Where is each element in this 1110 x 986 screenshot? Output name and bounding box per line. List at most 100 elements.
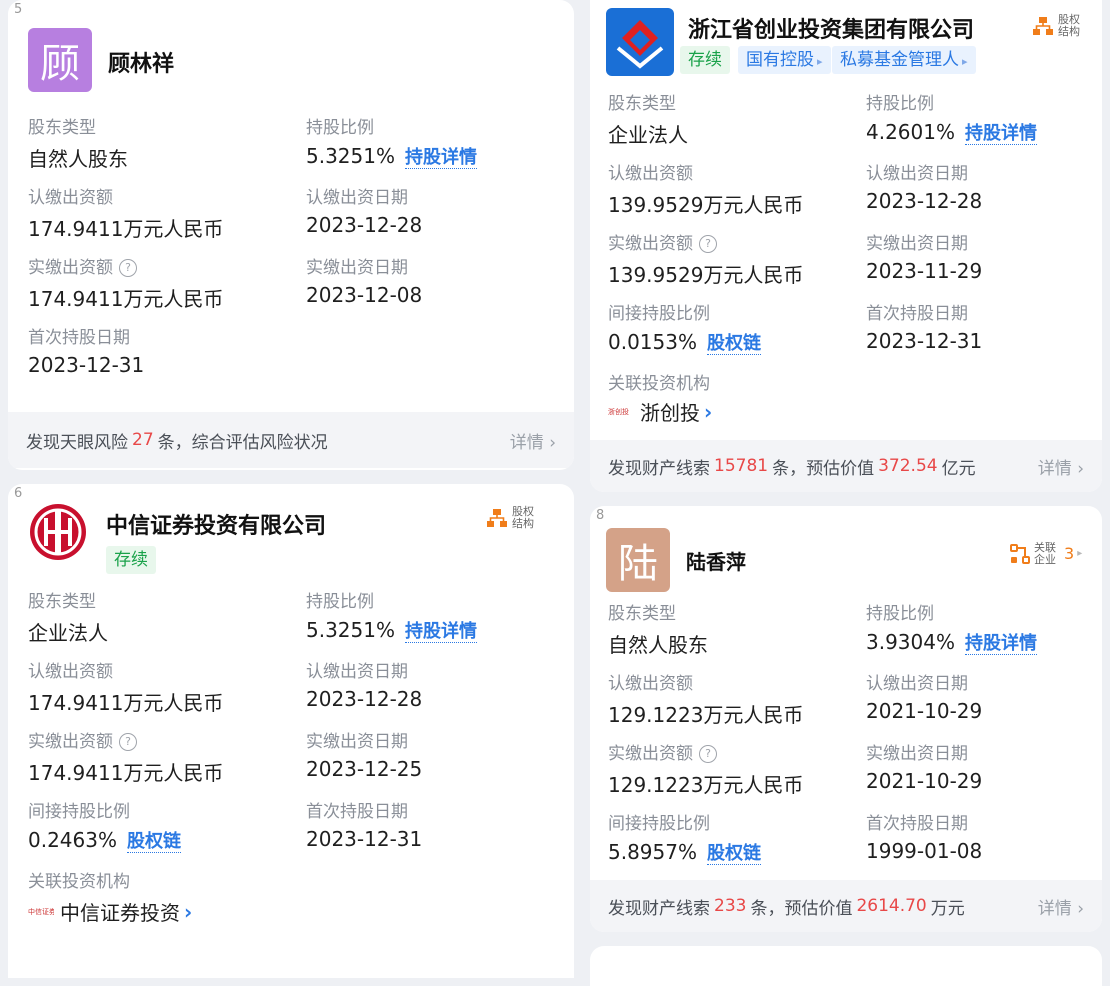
equity-chain-link[interactable]: 股权链	[706, 843, 761, 865]
question-icon[interactable]: ?	[119, 733, 137, 751]
clue-mid: 条，预估价值	[772, 458, 875, 479]
chevron-right-icon: ›	[704, 399, 713, 424]
shareholder-card-zjcv[interactable]: 7 浙江省创业投资集团有限公司 存续 国有控股▸ 私募基金管理人▸ 股权结构	[590, 0, 1102, 492]
indirect-label: 间接持股比例	[608, 304, 710, 324]
shareholder-card-gu[interactable]: 5 顾 顾林祥 股东类型 自然人股东 持股比例 5.3251% 持股详情 认缴出资…	[8, 0, 574, 470]
paid-amount-value: 174.9411万元人民币	[28, 287, 224, 311]
details-link[interactable]: 详情 ›	[1038, 454, 1084, 479]
equity-chain-link[interactable]: 股权链	[126, 831, 181, 853]
tag-state-owned[interactable]: 国有控股 ▸	[738, 46, 831, 74]
ratio-label: 持股比例	[866, 94, 934, 114]
indirect-value-row: 0.2463% 股权链	[28, 827, 181, 853]
ratio-value-row: 5.3251% 持股详情	[306, 617, 477, 643]
shareholder-name[interactable]: 中信证券投资有限公司	[106, 508, 326, 540]
risk-count: 27	[132, 430, 154, 450]
question-icon[interactable]: ?	[699, 235, 717, 253]
clue-unit: 亿元	[941, 458, 976, 479]
avatar: 陆	[606, 528, 670, 592]
first-date-value: 2023-12-31	[866, 329, 983, 353]
badge-label: 关联企业	[1034, 541, 1056, 566]
indirect-label: 间接持股比例	[28, 802, 130, 822]
related-org-link[interactable]: 浙创投 浙创投 ›	[608, 397, 712, 426]
ratio-label: 持股比例	[306, 118, 374, 138]
chevron-right-icon: ›	[184, 899, 193, 924]
shareholder-card-citic[interactable]: 6 中信证券投资有限公司 存续 股权结构 股东类型 企业法人 持股比例 5.32…	[8, 484, 574, 978]
question-icon[interactable]: ?	[699, 745, 717, 763]
holding-details-link[interactable]: 持股详情	[964, 123, 1037, 145]
property-clue-footer[interactable]: 发现财产线索 233 条，预估价值 2614.70 万元 详情 ›	[590, 880, 1102, 932]
status-tag: 存续	[680, 46, 730, 74]
sub-amount-value: 139.9529万元人民币	[608, 193, 804, 217]
property-clue-footer[interactable]: 发现财产线索 15781 条，预估价值 372.54 亿元 详情 ›	[590, 440, 1102, 492]
ratio-label: 持股比例	[866, 604, 934, 624]
ratio-value: 4.2601%	[866, 120, 955, 144]
sub-date-value: 2021-10-29	[866, 699, 983, 723]
holding-details-link[interactable]: 持股详情	[404, 147, 477, 169]
next-card-peek	[590, 946, 1102, 986]
tag-label: 国有控股	[746, 50, 814, 70]
indirect-value: 5.8957%	[608, 840, 697, 864]
paid-amount-label-row: 实缴出资额?	[608, 739, 717, 764]
sub-date-label: 认缴出资日期	[866, 164, 968, 184]
holding-details-link[interactable]: 持股详情	[964, 633, 1037, 655]
sub-date-value: 2023-12-28	[306, 687, 423, 711]
ratio-value: 5.3251%	[306, 618, 395, 642]
shareholder-name[interactable]: 陆香萍	[686, 546, 746, 575]
tag-label: 私募基金管理人	[840, 50, 959, 70]
ratio-value-row: 4.2601% 持股详情	[866, 119, 1037, 145]
clue-value: 2614.70	[856, 896, 927, 916]
equity-structure-badge[interactable]: 股权结构	[486, 506, 538, 530]
ratio-value-row: 3.9304% 持股详情	[866, 629, 1037, 655]
ratio-label: 持股比例	[306, 592, 374, 612]
status-tag: 存续	[106, 546, 156, 574]
paid-amount-label: 实缴出资额	[608, 234, 693, 254]
indirect-value-row: 5.8957% 股权链	[608, 839, 761, 865]
related-label: 关联投资机构	[608, 374, 710, 394]
paid-amount-label-row: 实缴出资额?	[28, 253, 137, 278]
clue-mid: 条，预估价值	[750, 898, 853, 919]
equity-structure-badge[interactable]: 股权结构	[1032, 14, 1084, 38]
paid-amount-value: 129.1223万元人民币	[608, 773, 804, 797]
details-link[interactable]: 详情 ›	[510, 428, 556, 453]
card-index: 5	[14, 2, 23, 17]
shareholder-name[interactable]: 浙江省创业投资集团有限公司	[688, 12, 974, 44]
avatar: 顾	[28, 28, 92, 92]
risk-footer[interactable]: 发现天眼风险 27 条，综合评估风险状况 详情 ›	[8, 412, 574, 468]
question-icon[interactable]: ?	[119, 259, 137, 277]
chevron-right-icon: ▸	[962, 55, 968, 68]
paid-amount-label-row: 实缴出资额?	[608, 229, 717, 254]
risk-prefix: 发现天眼风险	[26, 432, 128, 453]
chevron-right-icon: ▸	[817, 55, 823, 68]
sub-amount-value: 174.9411万元人民币	[28, 691, 224, 715]
sub-amount-label: 认缴出资额	[28, 188, 113, 208]
first-date-label: 首次持股日期	[306, 802, 408, 822]
type-label: 股东类型	[608, 94, 676, 114]
paid-amount-value: 139.9529万元人民币	[608, 263, 804, 287]
paid-date-value: 2023-12-25	[306, 757, 423, 781]
related-companies-badge[interactable]: 关联企业 3 ▸	[1010, 542, 1082, 566]
type-value: 企业法人	[28, 621, 108, 645]
sub-amount-value: 129.1223万元人民币	[608, 703, 804, 727]
type-label: 股东类型	[28, 118, 96, 138]
first-date-label: 首次持股日期	[28, 328, 130, 348]
type-value: 自然人股东	[608, 633, 708, 657]
sub-date-value: 2023-12-28	[866, 189, 983, 213]
shareholder-name[interactable]: 顾林祥	[108, 46, 174, 78]
badge-count: 3	[1064, 544, 1075, 563]
first-date-value: 1999-01-08	[866, 839, 983, 863]
card-index: 6	[14, 486, 23, 501]
sub-date-label: 认缴出资日期	[306, 188, 408, 208]
clue-unit: 万元	[930, 898, 965, 919]
related-org-link[interactable]: 中信证券 中信证券投资 ›	[28, 897, 192, 926]
indirect-value: 0.0153%	[608, 330, 697, 354]
paid-date-label: 实缴出资日期	[306, 732, 408, 752]
sub-date-label: 认缴出资日期	[306, 662, 408, 682]
tag-private-fund-manager[interactable]: 私募基金管理人 ▸	[832, 46, 976, 74]
equity-chain-link[interactable]: 股权链	[706, 333, 761, 355]
holding-details-link[interactable]: 持股详情	[404, 621, 477, 643]
indirect-label: 间接持股比例	[608, 814, 710, 834]
details-link[interactable]: 详情 ›	[1038, 894, 1084, 919]
indirect-value-row: 0.0153% 股权链	[608, 329, 761, 355]
shareholder-card-lu[interactable]: 8 陆 陆香萍 关联企业 3 ▸ 股东类型 自然人股东 持股比例 3.9304%…	[590, 506, 1102, 932]
first-date-label: 首次持股日期	[866, 814, 968, 834]
